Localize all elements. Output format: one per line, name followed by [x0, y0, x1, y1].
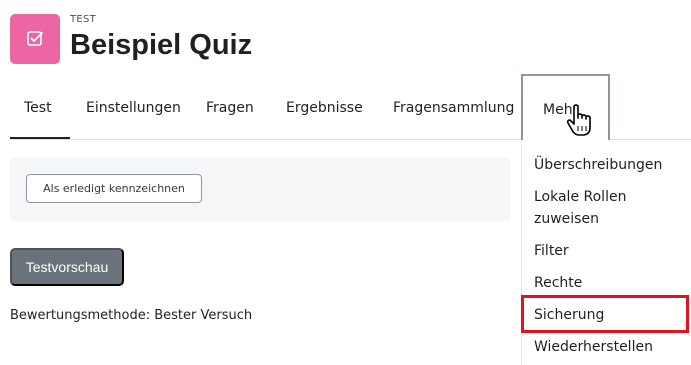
checkbox-icon [27, 31, 43, 46]
menu-item-overrides[interactable]: Überschreibungen [534, 154, 662, 176]
tab-questions[interactable]: Fragen [206, 100, 254, 116]
hand-pointer-cursor-icon [566, 104, 591, 136]
menu-item-assign-local-roles[interactable]: Lokale Rollen zuweisen [534, 186, 626, 230]
mark-as-done-button[interactable]: Als erledigt kennzeichnen [26, 174, 202, 203]
menu-item-permissions[interactable]: Rechte [534, 272, 582, 294]
menu-item-filter[interactable]: Filter [534, 240, 569, 262]
menu-item-restore[interactable]: Wiederherstellen [534, 336, 653, 358]
tab-question-bank[interactable]: Fragensammlung [393, 100, 514, 116]
backup-highlight-annotation [521, 295, 689, 333]
quiz-preview-button[interactable]: Testvorschau [10, 248, 124, 286]
activity-type-label: TEST [70, 14, 97, 25]
quiz-activity-icon [10, 14, 60, 64]
tab-test[interactable]: Test [24, 100, 52, 116]
tab-results[interactable]: Ergebnisse [286, 100, 363, 116]
tab-settings[interactable]: Einstellungen [86, 100, 181, 116]
page-title: Beispiel Quiz [70, 29, 253, 61]
grading-method-text: Bewertungsmethode: Bester Versuch [10, 308, 253, 323]
